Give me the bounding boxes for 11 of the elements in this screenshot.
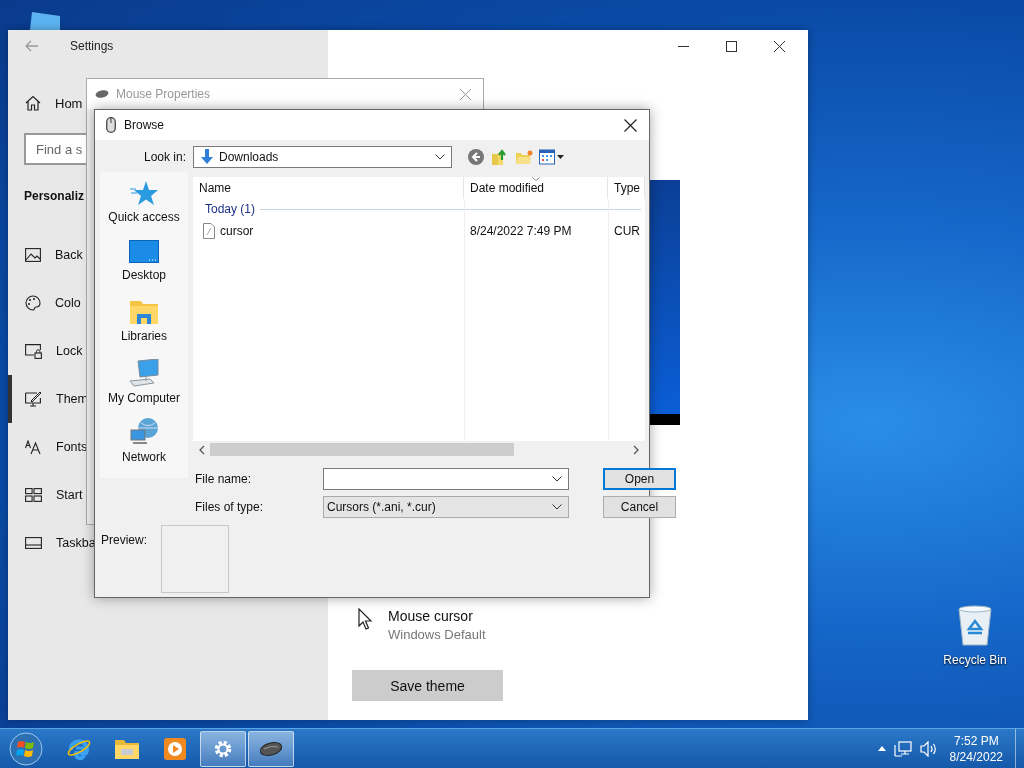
window-title: Mouse Properties (116, 87, 211, 101)
section-heading: Personaliz (24, 188, 85, 205)
file-name-label: File name: (194, 472, 253, 486)
file-type-label: Files of type: (194, 500, 265, 514)
look-in-label: Look in: (142, 150, 186, 164)
setting-value: Windows Default (388, 627, 486, 642)
preview-label: Preview: (101, 533, 148, 549)
dialog-title: Browse (124, 118, 164, 132)
file-type: CUR (613, 224, 641, 238)
window-title: Settings (70, 39, 114, 53)
file-date: 8/24/2022 7:49 PM (469, 224, 573, 238)
